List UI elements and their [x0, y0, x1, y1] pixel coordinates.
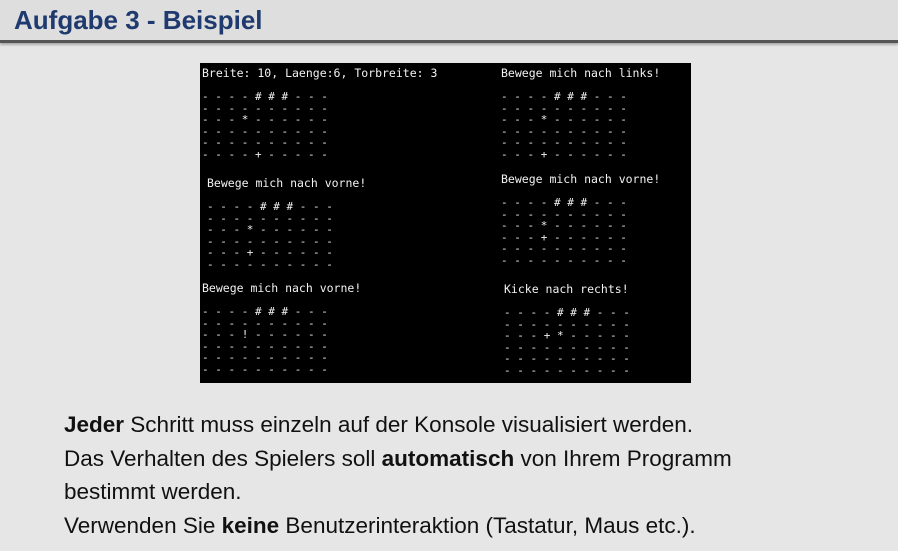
instructions-text: Jeder Schritt muss einzeln auf der Konso… — [64, 408, 864, 542]
slide-title: Aufgabe 3 - Beispiel — [14, 5, 263, 35]
console-caption-5: Bewege mich nach vorne! — [202, 281, 362, 295]
instruction-line-4: Verwenden Sie keine Benutzerinteraktion … — [64, 509, 864, 543]
bold-jeder: Jeder — [64, 412, 125, 437]
instruction-line-2-post: von Ihrem Programm — [514, 445, 732, 471]
console-grid-3: - - - - # # # - - - - - - - - - - - - - … — [207, 200, 333, 271]
instruction-line-4-pre: Verwenden Sie — [64, 512, 222, 538]
console-grid-1: - - - - # # # - - - - - - - - - - - - - … — [202, 90, 328, 161]
instruction-line-1-rest: Schritt muss einzeln auf der Konsole vis… — [124, 412, 694, 437]
bold-automatisch: automatisch — [381, 445, 515, 471]
instruction-line-3: bestimmt werden. — [64, 479, 242, 504]
instruction-line-2-pre: Das Verhalten des Spielers soll — [64, 445, 382, 471]
console-grid-5: - - - - # # # - - - - - - - - - - - - - … — [202, 305, 328, 376]
console-caption-4: Bewege mich nach vorne! — [501, 172, 661, 186]
console-screenshot: Breite: 10, Laenge:6, Torbreite: 3 - - -… — [200, 63, 691, 383]
console-caption-6: Kicke nach rechts! — [504, 282, 629, 296]
console-grid-6: - - - - # # # - - - - - - - - - - - - - … — [504, 306, 630, 377]
console-status-line: Breite: 10, Laenge:6, Torbreite: 3 — [202, 66, 438, 80]
console-caption-2: Bewege mich nach links! — [501, 66, 661, 80]
console-grid-2: - - - - # # # - - - - - - - - - - - - - … — [501, 90, 627, 161]
instruction-line-4-post: Benutzerinteraktion (Tastatur, Maus etc.… — [279, 512, 696, 538]
console-grid-4: - - - - # # # - - - - - - - - - - - - - … — [501, 196, 627, 267]
instruction-line-1: Jeder Schritt muss einzeln auf der Konso… — [64, 408, 864, 442]
console-caption-3: Bewege mich nach vorne! — [207, 176, 367, 190]
bold-keine: keine — [221, 512, 280, 538]
title-bar: Aufgabe 3 - Beispiel — [0, 0, 898, 43]
instruction-line-2: Das Verhalten des Spielers soll automati… — [64, 442, 864, 476]
